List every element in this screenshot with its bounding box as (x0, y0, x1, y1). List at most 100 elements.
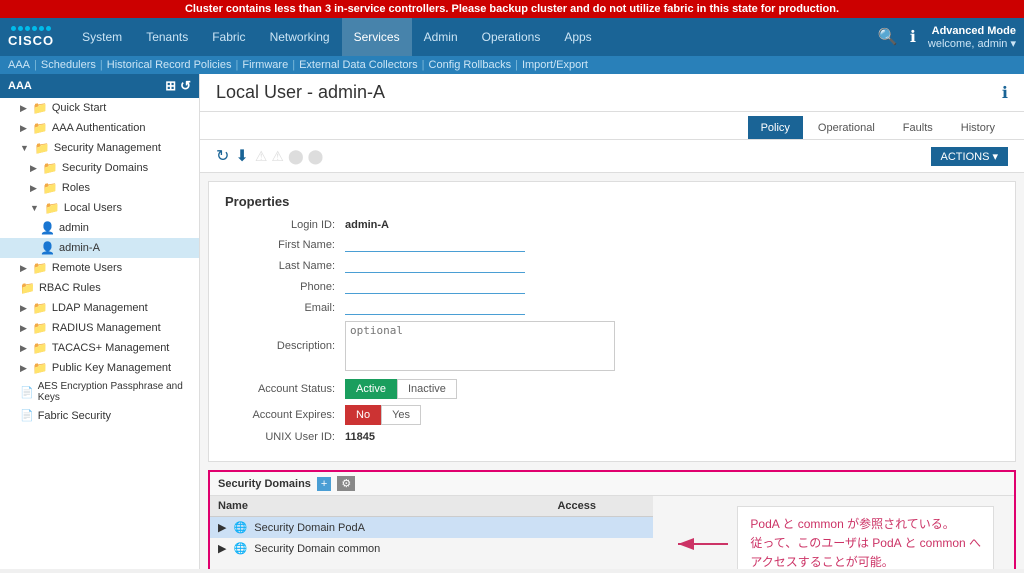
description-input[interactable] (345, 321, 615, 371)
last-name-input[interactable] (345, 258, 525, 273)
alert-message: Cluster contains less than 3 in-service … (185, 3, 839, 15)
sidebar-item-rbac[interactable]: 📁 RBAC Rules (0, 278, 199, 298)
unix-user-id-row: UNIX User ID: 11845 (225, 431, 999, 443)
sidebar-label: admin-A (59, 242, 100, 254)
nav-operations[interactable]: Operations (470, 18, 553, 56)
add-domain-button[interactable]: + (317, 477, 331, 491)
sidebar-header: AAA ⊞ ↺ (0, 74, 199, 98)
content-header: Local User - admin-A ℹ (200, 74, 1024, 112)
sidebar-item-local-users[interactable]: ▼ 📁 Local Users (0, 198, 199, 218)
sec-nav-firmware[interactable]: Firmware (242, 59, 288, 71)
sidebar-label: RADIUS Management (52, 322, 161, 334)
page-title: Local User - admin-A (216, 82, 385, 103)
nav-networking[interactable]: Networking (258, 18, 342, 56)
sec-nav-historical[interactable]: Historical Record Policies (107, 59, 232, 71)
sec-nav-import[interactable]: Import/Export (522, 59, 588, 71)
sidebar-item-remote-users[interactable]: ▶ 📁 Remote Users (0, 258, 199, 278)
tab-operational[interactable]: Operational (805, 116, 888, 139)
account-status-row: Account Status: Active Inactive (225, 379, 999, 399)
arrow-icon: ▶ (30, 163, 37, 174)
sec-nav-aaa[interactable]: AAA (8, 59, 30, 71)
unix-user-id-value: 11845 (345, 431, 375, 443)
sidebar-item-roles[interactable]: ▶ 📁 Roles (0, 178, 199, 198)
folder-icon: 📁 (33, 341, 48, 355)
expand-arrow[interactable]: ▶ (218, 543, 226, 555)
nav-apps[interactable]: Apps (552, 18, 603, 56)
sidebar-item-radius[interactable]: ▶ 📁 RADIUS Management (0, 318, 199, 338)
folder-icon: 📁 (43, 161, 58, 175)
domain-name-cell: ▶ 🌐 Security Domain PodA (210, 517, 549, 539)
actions-button[interactable]: ACTIONS ▾ (931, 147, 1008, 166)
nav-admin[interactable]: Admin (412, 18, 470, 56)
domain-name: Security Domain PodA (254, 522, 365, 534)
sidebar-item-public-key[interactable]: ▶ 📁 Public Key Management (0, 358, 199, 378)
phone-input[interactable] (345, 279, 525, 294)
welcome-text: welcome, admin ▾ (928, 37, 1016, 50)
arrow-icon: ▶ (20, 343, 27, 354)
main-nav: CISCO System Tenants Fabric Networking S… (0, 18, 1024, 56)
sidebar-label: TACACS+ Management (52, 342, 170, 354)
account-expires-label: Account Expires: (225, 409, 345, 421)
sec-nav-collectors[interactable]: External Data Collectors (299, 59, 418, 71)
nav-tenants[interactable]: Tenants (134, 18, 200, 56)
folder-icon: 📁 (33, 321, 48, 335)
login-id-label: Login ID: (225, 219, 345, 231)
sidebar-item-tacacs[interactable]: ▶ 📁 TACACS+ Management (0, 338, 199, 358)
sidebar-item-quick-start[interactable]: ▶ 📁 Quick Start (0, 98, 199, 118)
unix-user-id-label: UNIX User ID: (225, 431, 345, 443)
sidebar-label: AAA Authentication (52, 122, 146, 134)
first-name-input[interactable] (345, 237, 525, 252)
domain-icon: 🌐 (234, 522, 248, 534)
cisco-dots (11, 26, 51, 31)
table-row[interactable]: ▶ 🌐 Security Domain PodA (210, 517, 653, 539)
nav-system[interactable]: System (70, 18, 134, 56)
btn-inactive[interactable]: Inactive (397, 379, 457, 399)
info-icon[interactable]: ℹ (910, 27, 916, 47)
sidebar-label: Security Management (54, 142, 161, 154)
sidebar-refresh-icon[interactable]: ↺ (180, 78, 191, 94)
download-icon[interactable]: ⬇ (235, 146, 248, 166)
sec-nav-schedulers[interactable]: Schedulers (41, 59, 96, 71)
table-row[interactable]: ▶ 🌐 Security Domain common (210, 538, 653, 559)
secondary-nav: AAA | Schedulers | Historical Record Pol… (0, 56, 1024, 74)
user-icon: 👤 (40, 241, 55, 255)
sec-nav-rollbacks[interactable]: Config Rollbacks (429, 59, 512, 71)
sidebar-item-aaa-auth[interactable]: ▶ 📁 AAA Authentication (0, 118, 199, 138)
sidebar-label: Remote Users (52, 262, 122, 274)
user-icon: 👤 (40, 221, 55, 235)
email-input[interactable] (345, 300, 525, 315)
tab-faults[interactable]: Faults (890, 116, 946, 139)
btn-no[interactable]: No (345, 405, 381, 425)
sidebar-item-admin[interactable]: 👤 admin (0, 218, 199, 238)
expand-arrow[interactable]: ▶ (218, 522, 226, 534)
col-access: Access (549, 496, 653, 517)
tab-policy[interactable]: Policy (748, 116, 803, 139)
search-icon[interactable]: 🔍 (878, 27, 898, 47)
last-name-row: Last Name: (225, 258, 999, 273)
sidebar-item-fabric-security[interactable]: 📄 Fabric Security (0, 406, 199, 425)
sidebar-item-security-domains[interactable]: ▶ 📁 Security Domains (0, 158, 199, 178)
domain-settings-button[interactable]: ⚙ (337, 476, 355, 491)
tab-history[interactable]: History (948, 116, 1008, 139)
refresh-icon[interactable]: ↻ (216, 146, 229, 166)
domain-name-cell: ▶ 🌐 Security Domain common (210, 538, 549, 559)
sidebar-label: Security Domains (62, 162, 148, 174)
content-info-icon[interactable]: ℹ (1002, 83, 1008, 103)
sidebar-item-admin-a[interactable]: 👤 admin-A (0, 238, 199, 258)
btn-yes[interactable]: Yes (381, 405, 421, 425)
folder-icon: 📁 (33, 121, 48, 135)
mode-label: Advanced Mode (928, 25, 1016, 37)
folder-icon: 📁 (33, 361, 48, 375)
sidebar-item-aes[interactable]: 📄 AES Encryption Passphrase and Keys (0, 378, 199, 406)
btn-active[interactable]: Active (345, 379, 397, 399)
email-row: Email: (225, 300, 999, 315)
domain-icon: 🌐 (234, 543, 248, 555)
sidebar-item-ldap[interactable]: ▶ 📁 LDAP Management (0, 298, 199, 318)
sidebar-grid-icon[interactable]: ⊞ (165, 78, 176, 94)
arrow-down-icon: ▼ (20, 143, 29, 153)
nav-fabric[interactable]: Fabric (200, 18, 257, 56)
sidebar-item-security-mgmt[interactable]: ▼ 📁 Security Management (0, 138, 199, 158)
login-id-value: admin-A (345, 219, 389, 231)
nav-services[interactable]: Services (342, 18, 412, 56)
sidebar: AAA ⊞ ↺ ▶ 📁 Quick Start ▶ 📁 AAA Authenti… (0, 74, 200, 569)
